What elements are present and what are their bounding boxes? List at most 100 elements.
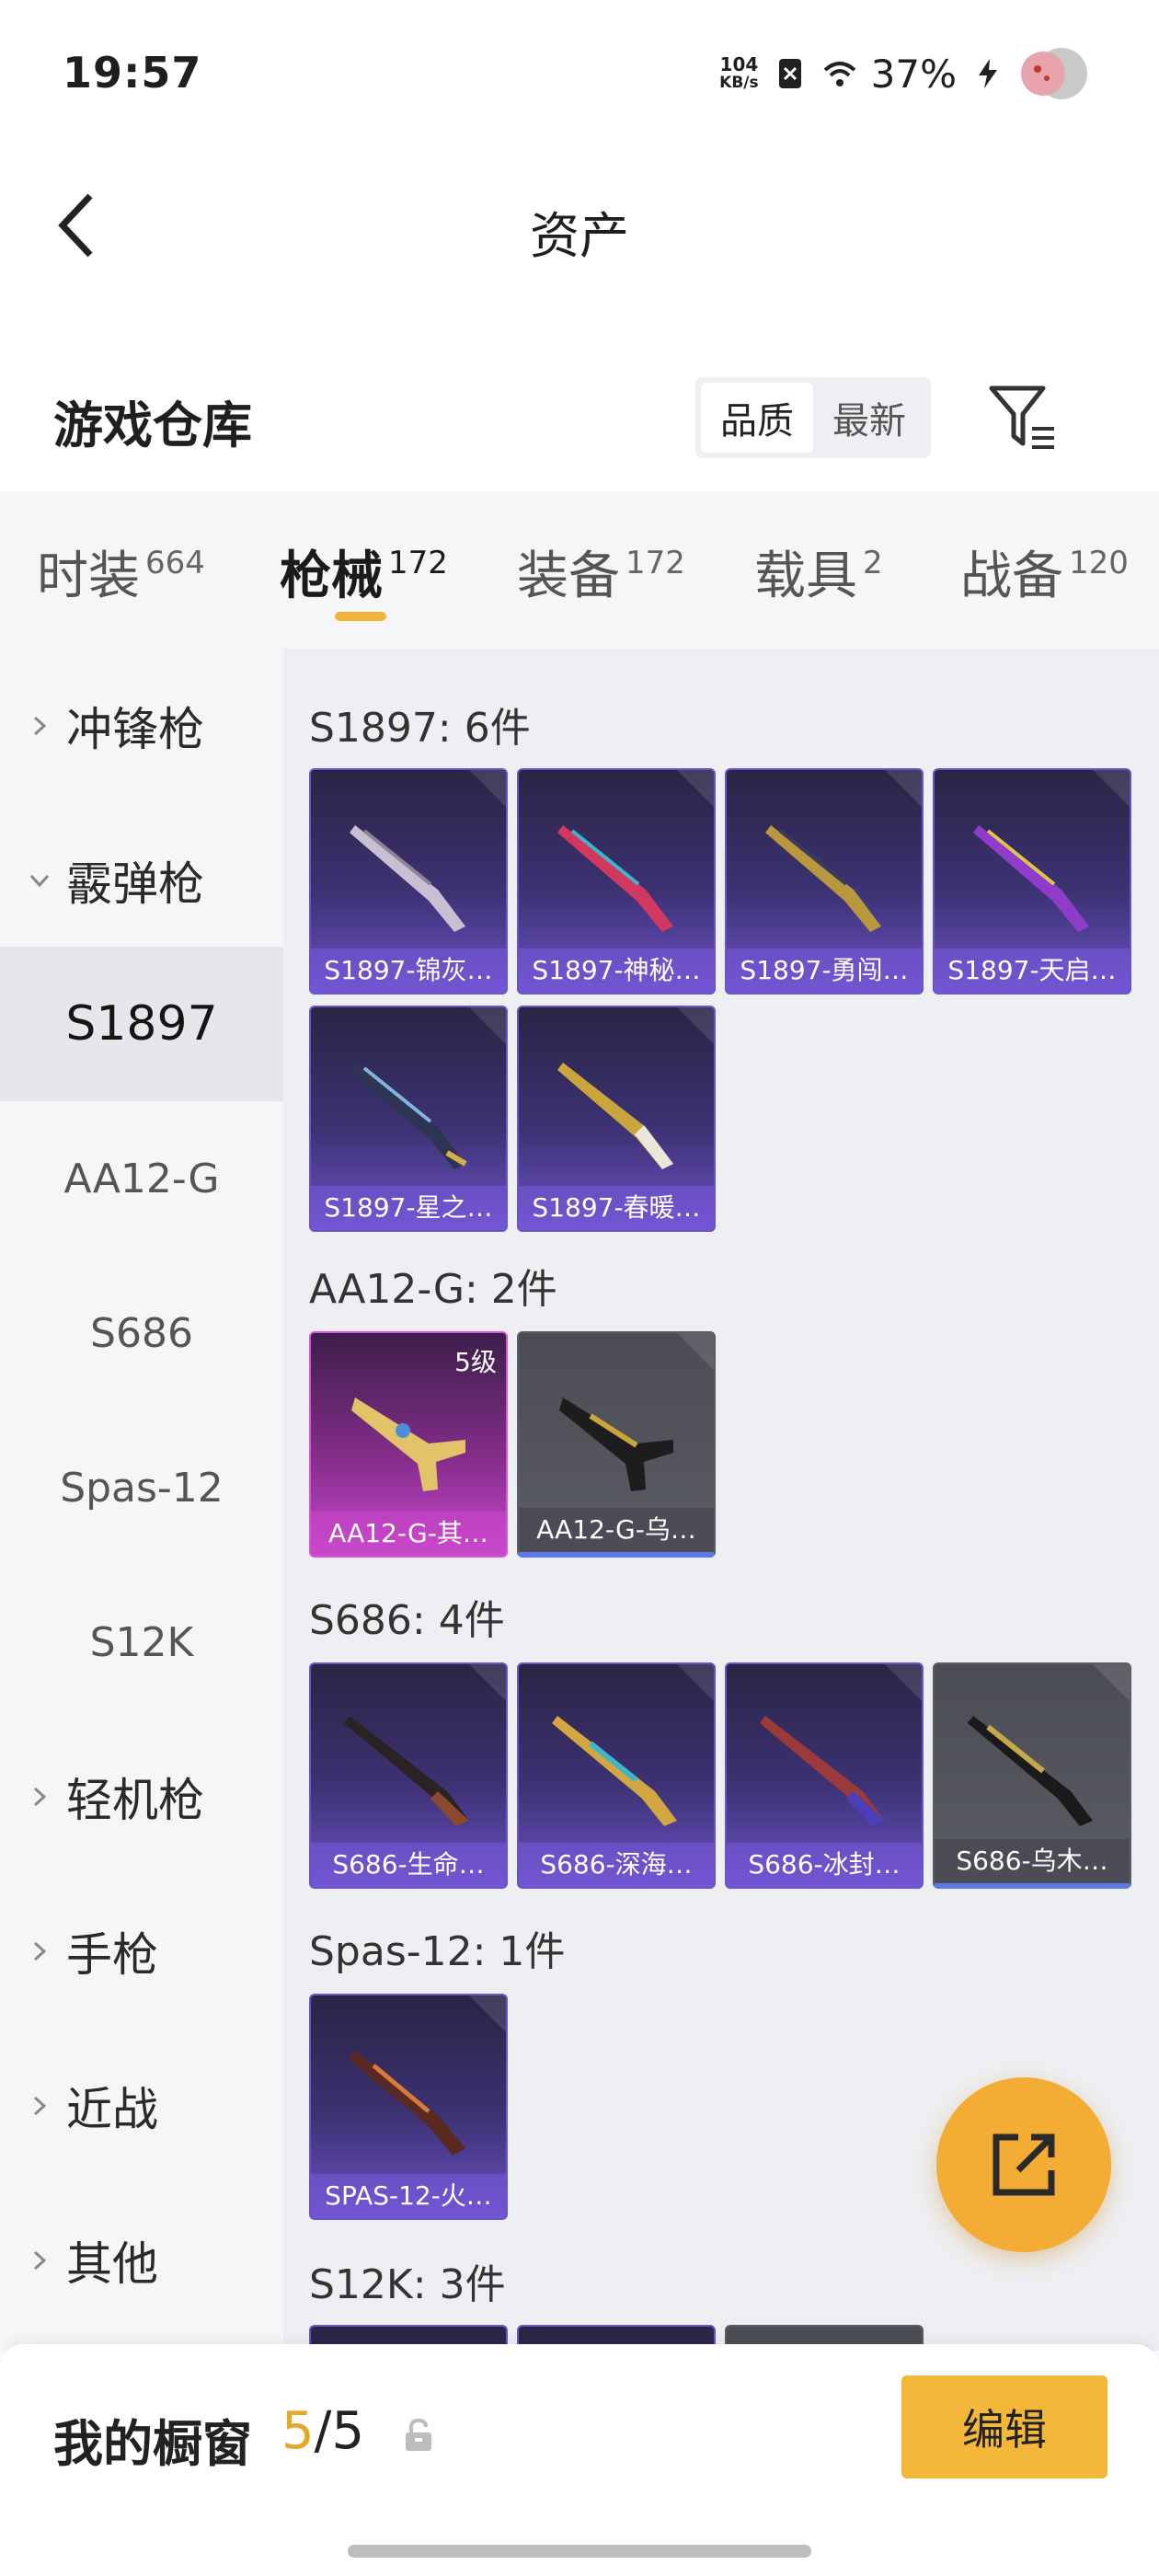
- tab-vehicles[interactable]: 载具 2: [754, 535, 883, 609]
- weapon-name: S686-深海…: [519, 1843, 714, 1887]
- weapon-card[interactable]: S686-冰封…: [725, 1662, 924, 1889]
- page-title: 资产: [530, 207, 629, 265]
- rifle-icon: [351, 1397, 465, 1491]
- chevron-right-icon: [33, 716, 47, 736]
- shotgun-icon: [760, 1716, 885, 1826]
- weapon-name: S1897-春暖…: [519, 1186, 714, 1230]
- tab-label: 载具: [754, 546, 857, 606]
- tab-count: 664: [145, 545, 205, 581]
- rifle-icon: [559, 1397, 673, 1491]
- weapon-card[interactable]: S1897-天启…: [933, 768, 1131, 995]
- showcase-count: 5/5: [281, 2401, 364, 2461]
- wifi-icon: [823, 62, 855, 86]
- external-link-icon: [993, 2133, 1055, 2196]
- nav-label: 手枪: [66, 1928, 158, 1982]
- net-speed-value: 104: [719, 53, 759, 75]
- unlock-icon: [406, 2418, 431, 2451]
- weapon-card[interactable]: S686-生命…: [309, 1662, 508, 1889]
- showcase-total: /5: [314, 2401, 365, 2461]
- weapon-card[interactable]: S1897-锦灰…: [309, 768, 508, 995]
- nav-sub-aa12g[interactable]: AA12-G: [0, 1101, 283, 1256]
- avatar-icon: [1021, 48, 1087, 99]
- shotgun-icon: [552, 1716, 677, 1826]
- weapon-name: AA12-G-乌…: [519, 1508, 714, 1552]
- edit-button[interactable]: 编辑: [901, 2375, 1107, 2478]
- sort-toggle: 品质 最新: [695, 377, 931, 458]
- tab-firearms[interactable]: 枪械 172: [280, 535, 448, 609]
- nav-shotgun[interactable]: 霰弹枪: [0, 803, 283, 958]
- nav-melee[interactable]: 近战: [0, 2029, 283, 2183]
- group-title-s1897: S1897: 6件: [309, 705, 531, 752]
- nav-label: 冲锋枪: [66, 703, 204, 756]
- tab-count: 172: [388, 545, 448, 581]
- nav-sub-spas12[interactable]: Spas-12: [0, 1410, 283, 1565]
- shotgun-icon: [968, 1716, 1093, 1826]
- shotgun-icon: [350, 1063, 467, 1169]
- nav-lmg[interactable]: 轻机枪: [0, 1719, 283, 1874]
- nav-sub-s12k[interactable]: S12K: [0, 1565, 283, 1719]
- sort-quality[interactable]: 品质: [701, 383, 813, 453]
- filter-icon[interactable]: [986, 383, 1060, 453]
- shotgun-icon: [344, 1716, 469, 1826]
- chevron-right-icon: [33, 1787, 47, 1807]
- shotgun-icon: [350, 2051, 465, 2156]
- status-icons: 104 KB/s 37%: [719, 44, 1095, 103]
- weapon-card[interactable]: S1897-星之…: [309, 1006, 508, 1232]
- tab-count: 172: [625, 545, 685, 581]
- weapon-name: S1897-天启…: [935, 949, 1130, 993]
- group-title-s12k: S12K: 3件: [309, 2261, 506, 2308]
- weapon-name: S686-生命…: [311, 1843, 506, 1887]
- weapon-name: AA12-G-其…: [311, 1512, 506, 1556]
- weapon-name: S1897-神秘…: [519, 949, 714, 993]
- shotgun-icon: [973, 825, 1089, 932]
- weapon-card[interactable]: SPAS-12-火…: [309, 1994, 508, 2220]
- nav-sub-s686[interactable]: S686: [0, 1256, 283, 1410]
- weapon-card[interactable]: AA12-G-乌…: [517, 1331, 716, 1558]
- charging-icon: [979, 59, 997, 88]
- shotgun-icon: [350, 825, 465, 932]
- status-time: 19:57: [63, 48, 202, 98]
- weapon-card[interactable]: S1897-春暖…: [517, 1006, 716, 1232]
- tab-gear[interactable]: 装备 172: [517, 535, 685, 609]
- weapon-card[interactable]: 5级 AA12-G-其…: [309, 1331, 508, 1558]
- battery-percent: 37%: [870, 51, 957, 97]
- weapon-card[interactable]: S686-深海…: [517, 1662, 716, 1889]
- group-title-aa12g: AA12-G: 2件: [309, 1266, 557, 1313]
- tab-count: 120: [1069, 545, 1129, 581]
- nav-label: 霰弹枪: [66, 857, 204, 911]
- weapon-name: S1897-星之…: [311, 1186, 506, 1230]
- tab-label: 战备: [960, 546, 1063, 606]
- weapon-name: S686-乌木…: [935, 1839, 1130, 1883]
- nav-label: 近战: [66, 2083, 158, 2136]
- warehouse-header: 游戏仓库 品质 最新: [0, 350, 1159, 478]
- tab-supplies[interactable]: 战备 120: [960, 535, 1129, 609]
- nav-other[interactable]: 其他: [0, 2183, 283, 2338]
- showcase-current: 5: [281, 2401, 315, 2461]
- chevron-down-icon: [29, 874, 50, 888]
- no-sim-icon: [778, 59, 801, 88]
- share-fab-button[interactable]: [936, 2077, 1111, 2252]
- weapon-name: S1897-锦灰…: [311, 949, 506, 993]
- net-speed: 104 KB/s: [719, 55, 758, 92]
- chevron-right-icon: [33, 2250, 47, 2271]
- chevron-right-icon: [33, 2096, 47, 2116]
- weapon-card[interactable]: S1897-勇闯…: [725, 768, 924, 995]
- net-speed-unit: KB/s: [719, 74, 759, 92]
- nav-label: 轻机枪: [66, 1774, 204, 1827]
- nav-sub-s1897[interactable]: S1897: [0, 947, 283, 1101]
- shotgun-icon: [557, 1063, 673, 1169]
- nav-pistol[interactable]: 手枪: [0, 1874, 283, 2029]
- tab-label: 时装: [37, 546, 140, 606]
- tab-label: 装备: [517, 546, 620, 606]
- tab-fashion[interactable]: 时装 664: [37, 535, 205, 609]
- chevron-right-icon: [33, 1941, 47, 1961]
- app-header: 资产: [0, 156, 1159, 294]
- active-tab-indicator: [335, 612, 386, 621]
- weapon-category-nav: 冲锋枪 霰弹枪 S1897 AA12-G S686 Spas-12 S12K 轻…: [0, 649, 283, 2351]
- weapon-card[interactable]: S1897-神秘…: [517, 768, 716, 995]
- showcase-bar: 我的橱窗 5/5 编辑: [0, 2344, 1159, 2576]
- nav-smg[interactable]: 冲锋枪: [0, 649, 283, 803]
- sort-newest[interactable]: 最新: [813, 383, 925, 453]
- showcase-label: 我的橱窗: [53, 2415, 252, 2473]
- weapon-card[interactable]: S686-乌木…: [933, 1662, 1131, 1889]
